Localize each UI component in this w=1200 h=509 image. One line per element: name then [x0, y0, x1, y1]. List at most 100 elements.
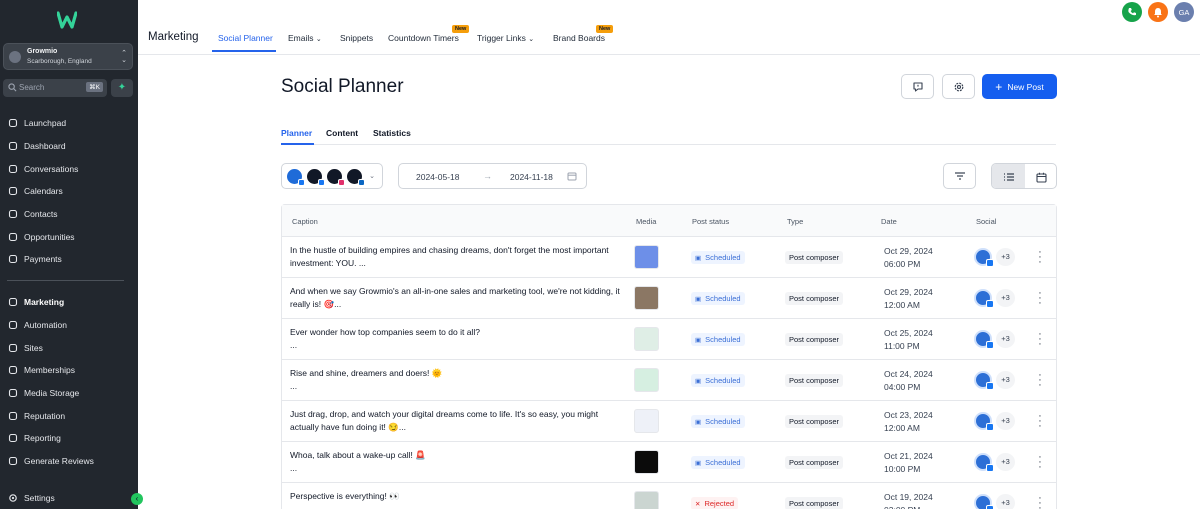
subtab-statistics[interactable]: Statistics [373, 128, 411, 138]
table-row[interactable]: Whoa, talk about a wake-up call! 🚨 ... ▣ S… [282, 442, 1056, 483]
sidebar-item-label: Memberships [24, 365, 76, 375]
date-range-picker[interactable]: 2024-05-18 → 2024-11-18 [398, 163, 587, 189]
sidebar-item-conversations[interactable]: Conversations [7, 161, 132, 177]
post-date-day: Oct 25, 2024 [884, 328, 933, 338]
table-row[interactable]: Just drag, drop, and watch your digital … [282, 401, 1056, 442]
status-badge: ▣ Scheduled [691, 374, 745, 387]
social-account-avatar [974, 289, 994, 308]
sidebar-item-automation[interactable]: Automation [7, 317, 132, 333]
more-accounts-count[interactable]: +3 [996, 371, 1015, 389]
sidebar-item-reputation[interactable]: Reputation [7, 408, 132, 424]
table-row[interactable]: And when we say Growmio's an all-in-one … [282, 278, 1056, 319]
media-thumbnail[interactable] [634, 491, 659, 509]
post-date: Oct 21, 2024 10:00 PM [884, 450, 933, 476]
user-avatar[interactable]: GA [1174, 2, 1194, 22]
status-badge: ✕ Rejected [691, 497, 739, 509]
calendar-icon: ▣ [695, 459, 702, 467]
media-thumbnail[interactable] [634, 450, 659, 474]
table-row[interactable]: Rise and shine, dreamers and doers! 🌞 ..… [282, 360, 1056, 401]
growmio-logo[interactable] [57, 11, 77, 29]
post-type-badge: Post composer [785, 292, 844, 305]
status-badge: ▣ Scheduled [691, 415, 745, 428]
sidebar-item-payments[interactable]: Payments [7, 251, 132, 267]
feedback-button[interactable] [901, 74, 934, 99]
kebab-menu-icon[interactable]: · · · [1037, 411, 1043, 432]
sidebar-item-label: Calendars [24, 186, 63, 196]
kebab-menu-icon[interactable]: · · · [1037, 452, 1043, 473]
sidebar-item-label: Opportunities [24, 232, 75, 242]
social-accounts-filter[interactable]: ⌄ [281, 163, 383, 189]
column-header-social: Social [976, 217, 997, 226]
memberships-icon [7, 364, 19, 376]
calendar-icon [567, 172, 577, 181]
sidebar-item-reporting[interactable]: Reporting [7, 430, 132, 446]
subtab-content[interactable]: Content [326, 128, 358, 138]
tab-trigger-links[interactable]: Trigger Links ⌄ [477, 33, 534, 43]
more-accounts-count[interactable]: +3 [996, 248, 1015, 266]
kebab-menu-icon[interactable]: · · · [1037, 329, 1043, 350]
post-caption: Rise and shine, dreamers and doers! 🌞 ..… [290, 368, 443, 391]
sidebar-item-label: Conversations [24, 164, 79, 174]
media-thumbnail[interactable] [634, 409, 659, 433]
column-header-post-status: Post status [692, 217, 730, 226]
new-post-button[interactable]: + New Post [982, 74, 1057, 99]
post-date-time: 12:00 AM [884, 300, 920, 310]
sidebar-item-launchpad[interactable]: Launchpad [7, 115, 132, 131]
calendar-view-button[interactable] [1025, 164, 1056, 188]
page-title: Social Planner [281, 76, 404, 97]
more-accounts-count[interactable]: +3 [996, 330, 1015, 348]
kebab-menu-icon[interactable]: · · · [1037, 247, 1043, 268]
table-row[interactable]: Ever wonder how top companies seem to do… [282, 319, 1056, 360]
social-account-avatar [974, 412, 994, 431]
tab-emails[interactable]: Emails ⌄ [288, 33, 322, 43]
sidebar-item-sites[interactable]: Sites [7, 340, 132, 356]
tab-social-planner[interactable]: Social Planner [218, 33, 273, 43]
search-input[interactable]: Search ⌘K [3, 79, 107, 97]
automation-icon [7, 319, 19, 331]
subtab-planner[interactable]: Planner [281, 128, 312, 138]
bell-icon[interactable] [1148, 2, 1168, 22]
filter-button[interactable] [943, 163, 976, 189]
status-badge: ▣ Scheduled [691, 251, 745, 264]
kebab-menu-icon[interactable]: · · · [1037, 370, 1043, 391]
account-location: Scarborough, England [27, 58, 92, 65]
sidebar-item-marketing[interactable]: Marketing [7, 294, 132, 310]
table-row[interactable]: Perspective is everything! 👀 ✕ Rejected Pos… [282, 483, 1056, 509]
sparkle-icon[interactable]: ✦ [111, 79, 133, 97]
posts-table: Caption Media Post status Type Date Soci… [281, 204, 1057, 509]
settings-button[interactable] [942, 74, 975, 99]
sidebar-item-dashboard[interactable]: Dashboard [7, 138, 132, 154]
status-label: Scheduled [705, 458, 741, 467]
tab-countdown-timers[interactable]: Countdown Timers [388, 33, 459, 43]
tab-brand-boards[interactable]: Brand Boards [553, 33, 605, 43]
media-thumbnail[interactable] [634, 286, 659, 310]
search-icon [8, 83, 17, 92]
kebab-menu-icon[interactable]: · · · [1037, 288, 1043, 309]
gear-icon [954, 82, 963, 91]
sidebar-item-calendars[interactable]: Calendars [7, 183, 132, 199]
table-row[interactable]: In the hustle of building empires and ch… [282, 237, 1056, 278]
sidebar-item-settings[interactable]: Settings [7, 490, 132, 506]
sidebar-item-generate-reviews[interactable]: Generate Reviews [7, 453, 132, 469]
media-thumbnail[interactable] [634, 327, 659, 351]
more-accounts-count[interactable]: +3 [996, 494, 1015, 509]
new-badge: New [452, 25, 470, 33]
more-accounts-count[interactable]: +3 [996, 412, 1015, 430]
media-thumbnail[interactable] [634, 245, 659, 269]
tab-snippets[interactable]: Snippets [340, 33, 373, 43]
media-thumbnail[interactable] [634, 368, 659, 392]
post-date: Oct 29, 2024 06:00 PM [884, 245, 933, 271]
sidebar-item-contacts[interactable]: Contacts [7, 206, 132, 222]
sidebar-item-opportunities[interactable]: Opportunities [7, 229, 132, 245]
more-accounts-count[interactable]: +3 [996, 289, 1015, 307]
send-icon [7, 296, 19, 308]
sidebar-item-media-storage[interactable]: Media Storage [7, 385, 132, 401]
sidebar-item-memberships[interactable]: Memberships [7, 362, 132, 378]
more-accounts-count[interactable]: +3 [996, 453, 1015, 471]
account-switcher[interactable]: Growmio Scarborough, England ⌃ ⌄ [3, 43, 133, 70]
kebab-menu-icon[interactable]: · · · [1037, 493, 1043, 509]
facebook-icon [986, 382, 994, 390]
collapse-sidebar-icon[interactable]: ‹ [131, 493, 143, 505]
phone-icon[interactable] [1122, 2, 1142, 22]
list-view-button[interactable] [992, 164, 1025, 188]
